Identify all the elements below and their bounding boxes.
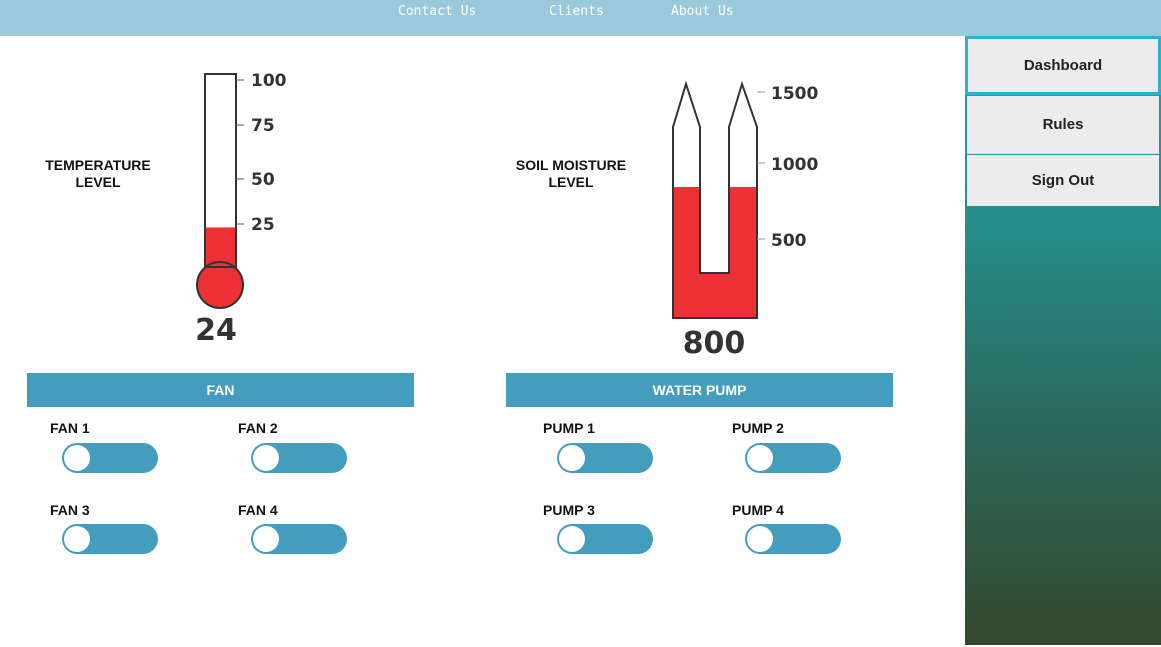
toggle-knob xyxy=(747,445,773,471)
toggle-knob xyxy=(64,445,90,471)
fan-1-toggle[interactable] xyxy=(62,443,158,473)
thermometer-tick-label: 100 xyxy=(251,71,287,91)
fan-2-toggle[interactable] xyxy=(251,443,347,473)
toggle-knob xyxy=(253,445,279,471)
pump-3-toggle[interactable] xyxy=(557,524,653,554)
fan-1-label: FAN 1 xyxy=(50,420,90,436)
temperature-readout: 24 xyxy=(195,313,237,348)
toggle-knob xyxy=(747,526,773,552)
fan-2-label: FAN 2 xyxy=(238,420,278,436)
pump-1-toggle[interactable] xyxy=(557,443,653,473)
pump-4-toggle[interactable] xyxy=(745,524,841,554)
water-pump-section-header: WATER PUMP xyxy=(506,373,893,407)
sidebar-rules-button[interactable]: Rules xyxy=(967,96,1159,154)
soil-moisture-tick-label: 1000 xyxy=(771,155,818,175)
fan-4-label: FAN 4 xyxy=(238,502,278,518)
toggle-knob xyxy=(559,445,585,471)
soil-moisture-tick-label: 1500 xyxy=(771,84,818,104)
fan-section-header: FAN xyxy=(27,373,414,407)
fan-3-toggle[interactable] xyxy=(62,524,158,554)
toggle-knob xyxy=(253,526,279,552)
sidebar-signout-button[interactable]: Sign Out xyxy=(967,155,1159,206)
thermometer-bulb xyxy=(196,261,244,309)
pump-2-label: PUMP 2 xyxy=(732,420,784,436)
toggle-knob xyxy=(559,526,585,552)
pump-1-label: PUMP 1 xyxy=(543,420,595,436)
thermometer-tick-label: 75 xyxy=(251,116,275,136)
fan-4-toggle[interactable] xyxy=(251,524,347,554)
thermometer-gauge: 100 75 50 25 24 xyxy=(195,71,287,348)
pump-4-label: PUMP 4 xyxy=(732,502,784,518)
soil-moisture-readout: 800 xyxy=(683,326,746,361)
thermometer-tick-label: 25 xyxy=(251,215,275,235)
fan-3-label: FAN 3 xyxy=(50,502,90,518)
soil-moisture-fill xyxy=(673,187,757,318)
pump-3-label: PUMP 3 xyxy=(543,502,595,518)
sidebar: Dashboard Rules Sign Out xyxy=(965,36,1161,645)
soil-moisture-gauge: 1500 1000 500 800 xyxy=(672,80,818,361)
toggle-knob xyxy=(64,526,90,552)
pump-2-toggle[interactable] xyxy=(745,443,841,473)
soil-moisture-tick-label: 500 xyxy=(771,231,807,251)
sidebar-dashboard-button[interactable]: Dashboard xyxy=(965,36,1161,95)
gauges-canvas: 100 75 50 25 24 1500 1000 500 800 xyxy=(195,71,818,361)
thermometer-tick-label: 50 xyxy=(251,170,275,190)
